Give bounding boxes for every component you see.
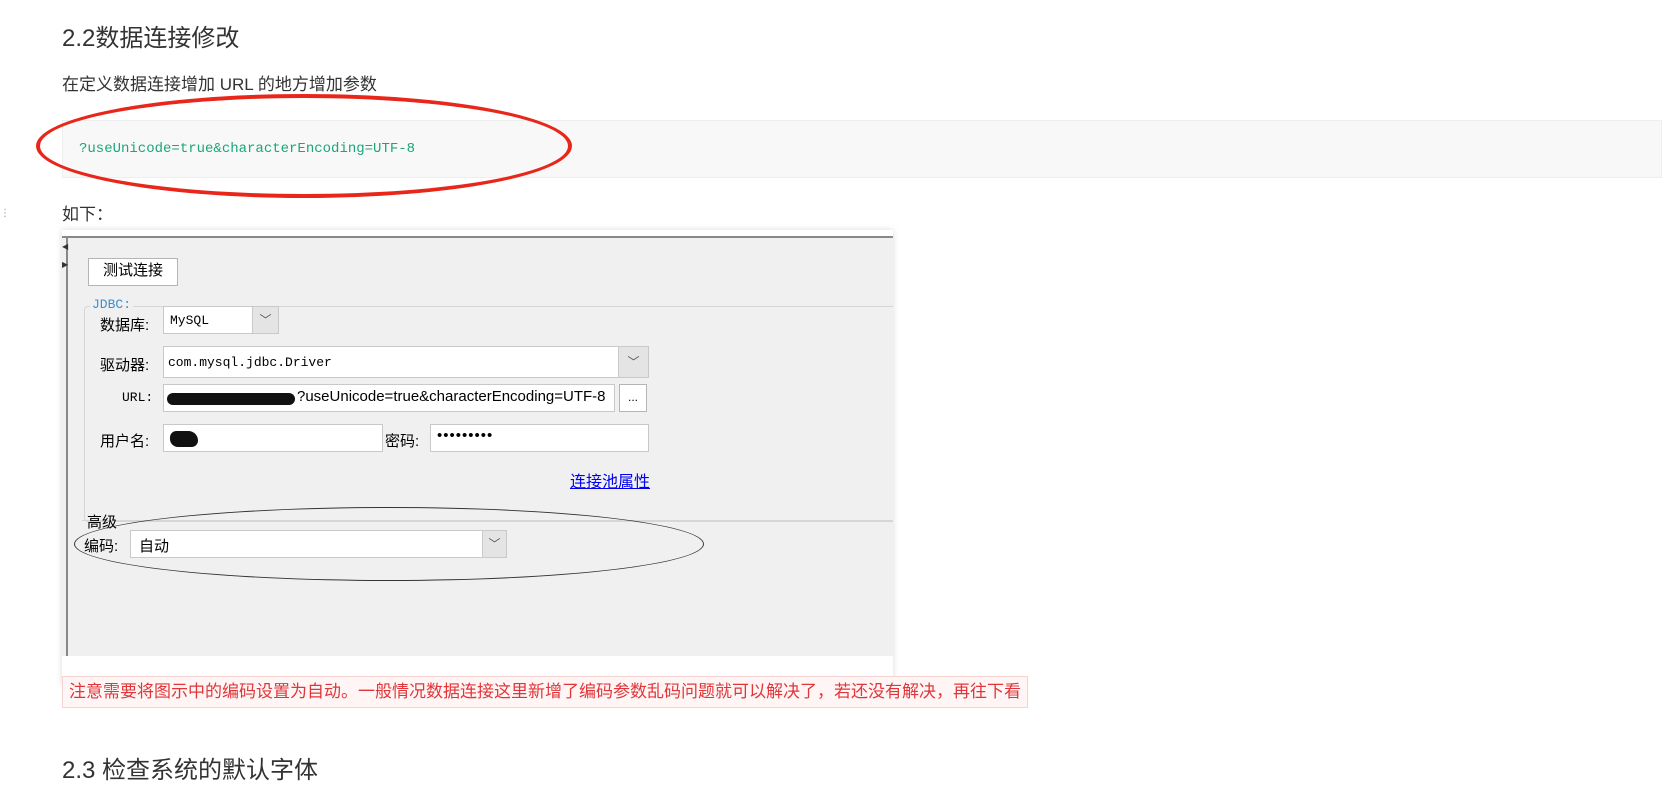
section-heading-2-3: 2.3 检查系统的默认字体 (62, 757, 319, 784)
username-label: 用户名: (100, 433, 150, 450)
section-heading-2-2: 2.2数据连接修改 (62, 25, 240, 52)
password-value: ••••••••• (437, 427, 494, 444)
test-connection-button[interactable]: 测试连接 (88, 258, 178, 286)
database-select[interactable]: MySQL ﹀ (163, 306, 279, 334)
database-label: 数据库: (100, 317, 150, 334)
driver-label: 驱动器: (100, 357, 150, 374)
collapse-left-icon[interactable]: ◀ (62, 242, 68, 251)
chevron-down-icon[interactable]: ﹀ (252, 307, 278, 333)
username-input[interactable] (163, 424, 383, 452)
drag-handle-icon[interactable]: ⋮ (0, 209, 10, 232)
chevron-down-icon[interactable]: ﹀ (618, 347, 648, 377)
connection-dialog-screenshot: ◀ ▶ 测试连接 JDBC: 数据库: MySQL ﹀ 驱动器: com.mys… (62, 230, 893, 685)
url-value: ?useUnicode=true&characterEncoding=UTF-8 (297, 388, 606, 405)
red-highlight-ellipse (36, 94, 572, 198)
expand-right-icon[interactable]: ▶ (62, 260, 68, 269)
dialog-top-border (62, 236, 893, 238)
redacted-username (170, 431, 198, 447)
black-highlight-ellipse (74, 507, 704, 581)
jdbc-legend: JDBC: (90, 297, 134, 312)
dialog-left-border (66, 236, 68, 656)
database-value: MySQL (170, 313, 210, 328)
url-label: URL: (122, 390, 154, 405)
warning-note: 注意需要将图示中的编码设置为自动。一般情况数据连接这里新增了编码参数乱码问题就可… (62, 676, 1028, 708)
url-input[interactable]: ?useUnicode=true&characterEncoding=UTF-8 (163, 384, 615, 412)
password-input[interactable]: ••••••••• (430, 424, 649, 452)
as-below-text: 如下： (62, 205, 113, 224)
redacted-url-prefix (167, 393, 295, 405)
intro-paragraph: 在定义数据连接增加 URL 的地方增加参数 (62, 75, 377, 94)
url-more-button[interactable]: ... (619, 384, 647, 412)
pool-properties-link[interactable]: 连接池属性 (570, 468, 650, 492)
jdbc-group-box (84, 306, 893, 522)
driver-select[interactable]: com.mysql.jdbc.Driver ﹀ (163, 346, 649, 378)
driver-value: com.mysql.jdbc.Driver (168, 355, 332, 370)
password-label: 密码: (385, 433, 420, 450)
